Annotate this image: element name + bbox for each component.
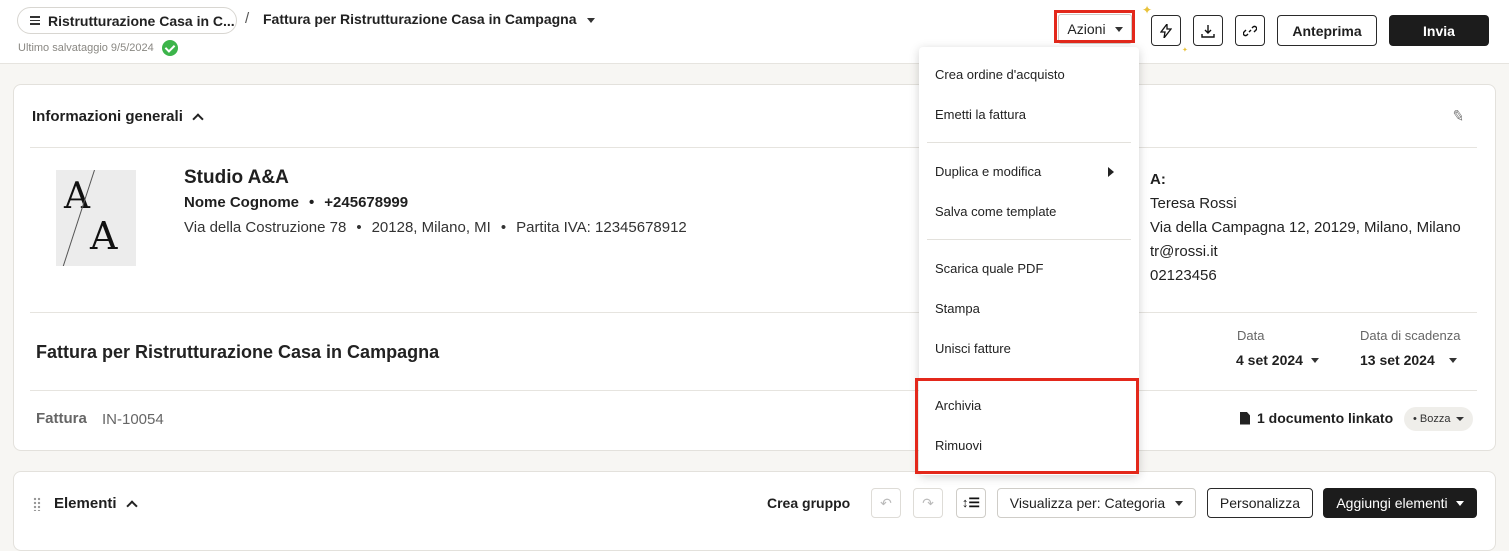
document-title: Fattura per Ristrutturazione Casa in Cam… xyxy=(263,11,577,27)
date-label: Data xyxy=(1237,328,1265,343)
chevron-down-icon xyxy=(1448,357,1457,363)
download-button[interactable] xyxy=(1193,15,1223,46)
menu-item-issue-invoice[interactable]: Emetti la fattura xyxy=(935,107,1026,122)
menu-item-save-template[interactable]: Salva come template xyxy=(935,204,1056,219)
document-type: Fattura xyxy=(36,410,87,427)
elements-card: Elementi Crea gruppo ↶ ↷ ↕☰ Visualizza p… xyxy=(13,471,1496,551)
due-date-picker[interactable]: 13 set 2024 xyxy=(1360,352,1457,368)
divider xyxy=(30,312,1477,313)
sparkle-icon: ✦ xyxy=(1142,3,1153,17)
chevron-down-icon xyxy=(1310,357,1319,363)
chevron-down-icon xyxy=(1455,500,1464,506)
company-contact: Nome Cognome • +245678999 xyxy=(184,194,409,211)
chevron-down-icon xyxy=(586,17,595,23)
linked-documents-label: 1 documento linkato xyxy=(1257,410,1394,426)
company-logo: A A xyxy=(56,170,136,266)
project-breadcrumb-label: Ristrutturazione Casa in C... xyxy=(48,12,235,29)
check-circle-icon xyxy=(161,40,178,56)
menu-item-download-pdf[interactable]: Scarica quale PDF xyxy=(935,261,1043,276)
highlight-box-azioni xyxy=(1054,10,1135,43)
menu-item-print[interactable]: Stampa xyxy=(935,301,980,316)
document-title-dropdown[interactable]: Fattura per Ristrutturazione Casa in Cam… xyxy=(263,11,595,27)
project-breadcrumb-pill[interactable]: Ristrutturazione Casa in C... xyxy=(17,7,237,34)
divider xyxy=(30,390,1477,391)
menu-item-create-purchase-order[interactable]: Crea ordine d'acquisto xyxy=(935,67,1065,82)
menu-divider xyxy=(927,142,1131,143)
company-street: Via della Costruzione 78 xyxy=(184,219,347,236)
company-name: Studio A&A xyxy=(184,167,289,188)
general-info-toggle[interactable]: Informazioni generali xyxy=(32,108,204,125)
sort-icon: ↕☰ xyxy=(961,495,981,510)
highlight-box-menu xyxy=(915,378,1139,474)
sort-button[interactable]: ↕☰ xyxy=(956,488,986,518)
top-bar: Ristrutturazione Casa in C... / Fattura … xyxy=(0,0,1509,64)
redo-icon: ↷ xyxy=(922,494,934,511)
recipient-email: tr@rossi.it xyxy=(1150,243,1218,260)
menu-divider xyxy=(927,239,1131,240)
date-picker[interactable]: 4 set 2024 xyxy=(1236,352,1319,368)
company-vat: Partita IVA: 12345678912 xyxy=(516,219,687,236)
submenu-arrow-icon xyxy=(1108,167,1114,177)
undo-icon: ↶ xyxy=(880,494,892,511)
menu-item-merge-invoices[interactable]: Unisci fatture xyxy=(935,341,1011,356)
drag-handle-icon[interactable] xyxy=(33,497,41,511)
due-date-value: 13 set 2024 xyxy=(1360,352,1435,368)
general-info-card: Informazioni generali ✎ A A Studio A&A N… xyxy=(13,84,1496,451)
status-badge[interactable]: • Bozza xyxy=(1404,407,1473,431)
divider xyxy=(30,147,1477,148)
invoice-title[interactable]: Fattura per Ristrutturazione Casa in Cam… xyxy=(36,342,439,363)
menu-icon xyxy=(30,14,40,27)
contact-phone: +245678999 xyxy=(324,194,409,211)
anteprima-button[interactable]: Anteprima xyxy=(1277,15,1377,46)
customize-button[interactable]: Personalizza xyxy=(1207,488,1313,518)
company-address: Via della Costruzione 78 • 20128, Milano, … xyxy=(184,219,687,236)
menu-item-duplicate-edit[interactable]: Duplica e modifica xyxy=(935,164,1041,179)
add-elements-button[interactable]: Aggiungi elementi xyxy=(1323,488,1477,518)
redo-button[interactable]: ↷ xyxy=(913,488,943,518)
add-elements-label: Aggiungi elementi xyxy=(1336,495,1448,511)
save-status: Ultimo salvataggio 9/5/2024 xyxy=(18,40,178,56)
section-title: Informazioni generali xyxy=(32,108,183,125)
document-icon xyxy=(1240,411,1250,425)
breadcrumb-separator: / xyxy=(245,10,250,27)
link-button[interactable] xyxy=(1235,15,1265,46)
chevron-up-icon xyxy=(125,499,138,512)
pencil-icon[interactable]: ✎ xyxy=(1451,106,1467,126)
invia-button[interactable]: Invia xyxy=(1389,15,1489,46)
company-city: 20128, Milano, MI xyxy=(371,219,491,236)
chevron-up-icon xyxy=(192,112,204,125)
elements-title: Elementi xyxy=(54,495,117,512)
recipient-label: A: xyxy=(1150,171,1166,188)
status-label: Bozza xyxy=(1419,413,1451,425)
chevron-down-icon xyxy=(1455,417,1464,421)
view-by-label: Visualizza per: Categoria xyxy=(1009,495,1166,511)
document-number: IN-10054 xyxy=(102,411,164,428)
chevron-down-icon xyxy=(1175,500,1184,506)
date-value: 4 set 2024 xyxy=(1236,352,1303,368)
save-status-text: Ultimo salvataggio 9/5/2024 xyxy=(18,42,154,54)
contact-name: Nome Cognome xyxy=(184,194,300,211)
recipient-address: Via della Campagna 12, 20129, Milano, Mi… xyxy=(1150,219,1461,236)
create-group-button[interactable]: Crea gruppo xyxy=(767,495,850,511)
due-date-label: Data di scadenza xyxy=(1360,328,1461,343)
sparkle-icon: ✦ xyxy=(1182,47,1188,54)
lightning-button[interactable] xyxy=(1151,15,1181,46)
linked-documents[interactable]: 1 documento linkato xyxy=(1240,410,1393,426)
recipient-phone: 02123456 xyxy=(1150,267,1217,284)
lightning-icon xyxy=(1160,23,1172,38)
download-icon xyxy=(1201,24,1215,38)
undo-button[interactable]: ↶ xyxy=(871,488,901,518)
link-icon xyxy=(1243,25,1257,36)
elements-toggle[interactable]: Elementi xyxy=(54,495,138,512)
recipient-name: Teresa Rossi xyxy=(1150,195,1237,212)
view-by-select[interactable]: Visualizza per: Categoria xyxy=(997,488,1196,518)
